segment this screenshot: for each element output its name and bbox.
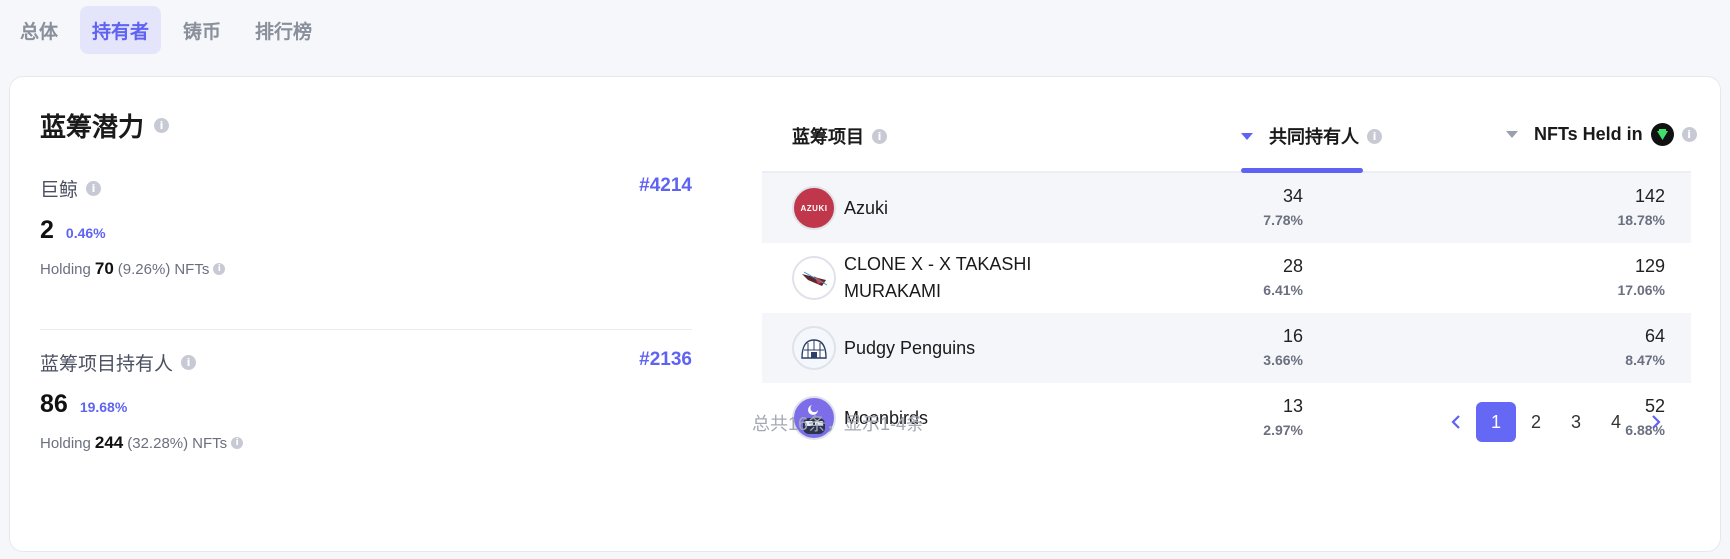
holders-label: 蓝筹项目持有人 i xyxy=(40,349,692,376)
nfts-held-cell: 129 17.06% xyxy=(1618,256,1665,298)
chevron-left-icon[interactable] xyxy=(1436,402,1476,442)
holders-label-text: 蓝筹项目持有人 xyxy=(40,354,174,375)
project-name[interactable]: Azuki xyxy=(844,173,1084,243)
divider xyxy=(40,329,692,330)
common-percent: 3.66% xyxy=(1263,352,1303,368)
info-icon[interactable]: i xyxy=(231,437,244,449)
held-count: 64 xyxy=(1644,326,1665,346)
top-tabs: 总体 持有者 铸币 排行榜 xyxy=(8,6,324,54)
header-nfts-held[interactable]: NFTs Held in i xyxy=(1506,123,1697,146)
pagination-summary: 总共16条，显示1-4条 xyxy=(752,414,925,434)
nfts-held-cell: 142 18.78% xyxy=(1618,186,1665,228)
blue-chip-card: 蓝筹潜力 i 巨鲸 i #4214 2 0.46% Holding 70 (9.… xyxy=(9,76,1721,552)
holding-percent: (9.26%) xyxy=(117,260,171,278)
clonex-avatar xyxy=(792,256,836,300)
holding-count: 244 xyxy=(94,433,124,452)
info-icon[interactable]: i xyxy=(213,263,226,275)
header-project: 蓝筹项目 i xyxy=(792,123,887,149)
page-button-4[interactable]: 4 xyxy=(1596,402,1636,442)
holders-percent: 19.68% xyxy=(79,399,128,415)
header-common-holders-text: 共同持有人 xyxy=(1269,127,1359,147)
header-project-text: 蓝筹项目 xyxy=(792,127,864,147)
whale-label-text: 巨鲸 xyxy=(40,180,79,201)
table-header: 蓝筹项目 i 共同持有人 i NFTs Held in i xyxy=(762,77,1697,173)
whale-count: 2 xyxy=(40,216,54,244)
pudgy-penguins-avatar xyxy=(792,326,836,370)
page-button-3[interactable]: 3 xyxy=(1556,402,1596,442)
common-holders-cell: 16 3.66% xyxy=(1263,326,1303,368)
holding-percent: (32.28%) xyxy=(127,434,189,452)
common-percent: 2.97% xyxy=(1263,422,1303,438)
collection-badge-icon xyxy=(1650,123,1674,146)
held-count: 129 xyxy=(1634,256,1665,276)
holding-suffix: NFTs xyxy=(192,434,228,452)
held-percent: 8.47% xyxy=(1625,352,1665,368)
holding-suffix: NFTs xyxy=(174,260,210,278)
azuki-avatar: AZUKI xyxy=(792,186,836,230)
project-name[interactable]: CLONE X - X TAKASHI MURAKAMI xyxy=(844,243,1084,313)
info-icon[interactable]: i xyxy=(872,128,887,144)
holding-prefix: Holding xyxy=(40,260,91,278)
info-icon[interactable]: i xyxy=(1367,128,1382,144)
common-count: 16 xyxy=(1282,326,1303,346)
whale-percent: 0.46% xyxy=(65,225,106,241)
table-row[interactable]: Pudgy Penguins 16 3.66% 64 8.47% xyxy=(762,313,1691,383)
common-count: 34 xyxy=(1282,186,1303,206)
caret-down-icon[interactable] xyxy=(1506,131,1518,138)
info-icon[interactable]: i xyxy=(154,118,170,133)
held-count: 142 xyxy=(1634,186,1665,206)
common-holders-cell: 13 2.97% xyxy=(1263,396,1303,438)
whale-label: 巨鲸 i xyxy=(40,175,692,202)
nfts-held-cell: 64 8.47% xyxy=(1625,326,1665,368)
pagination: 1 2 3 4 xyxy=(1436,402,1676,442)
held-percent: 17.06% xyxy=(1617,282,1665,298)
table-row[interactable]: AZUKI Azuki 34 7.78% 142 18.78% xyxy=(762,173,1691,243)
common-percent: 6.41% xyxy=(1263,282,1303,298)
header-nfts-held-text: NFTs Held in xyxy=(1534,124,1643,144)
info-icon[interactable]: i xyxy=(181,355,197,370)
common-count: 28 xyxy=(1282,256,1303,276)
page-button-1[interactable]: 1 xyxy=(1476,402,1516,442)
section-title: 蓝筹潜力 i xyxy=(40,107,170,144)
info-icon[interactable]: i xyxy=(1681,127,1697,142)
section-title-text: 蓝筹潜力 xyxy=(40,112,145,142)
caret-down-icon[interactable] xyxy=(1241,132,1253,140)
common-holders-cell: 28 6.41% xyxy=(1263,256,1303,298)
tab-mint[interactable]: 铸币 xyxy=(171,6,233,54)
tab-holders[interactable]: 持有者 xyxy=(80,6,162,54)
holding-count: 70 xyxy=(94,259,114,278)
common-count: 13 xyxy=(1282,396,1303,416)
whale-rank: #4214 xyxy=(639,175,692,196)
table-row[interactable]: CLONE X - X TAKASHI MURAKAMI 28 6.41% 12… xyxy=(762,243,1691,313)
whale-holding: Holding 70 (9.26%) NFTs i xyxy=(40,259,692,279)
holders-holding: Holding 244 (32.28%) NFTs i xyxy=(40,433,692,453)
common-holders-cell: 34 7.78% xyxy=(1263,186,1303,228)
info-icon[interactable]: i xyxy=(86,181,102,196)
blue-chip-holders-metric: 蓝筹项目持有人 i #2136 86 19.68% Holding 244 (3… xyxy=(40,349,692,453)
tab-leaderboard[interactable]: 排行榜 xyxy=(243,6,324,54)
holders-rank: #2136 xyxy=(639,349,692,370)
header-common-holders[interactable]: 共同持有人 i xyxy=(1241,123,1382,149)
chevron-right-icon[interactable] xyxy=(1636,402,1676,442)
whale-metric: 巨鲸 i #4214 2 0.46% Holding 70 (9.26%) NF… xyxy=(40,175,692,279)
tab-overview[interactable]: 总体 xyxy=(8,6,70,54)
page-button-2[interactable]: 2 xyxy=(1516,402,1556,442)
holders-count: 86 xyxy=(40,390,68,418)
common-percent: 7.78% xyxy=(1263,212,1303,228)
holding-prefix: Holding xyxy=(40,434,91,452)
azuki-logo-text: AZUKI xyxy=(800,203,828,213)
held-percent: 18.78% xyxy=(1617,212,1665,228)
project-name[interactable]: Pudgy Penguins xyxy=(844,313,1084,383)
